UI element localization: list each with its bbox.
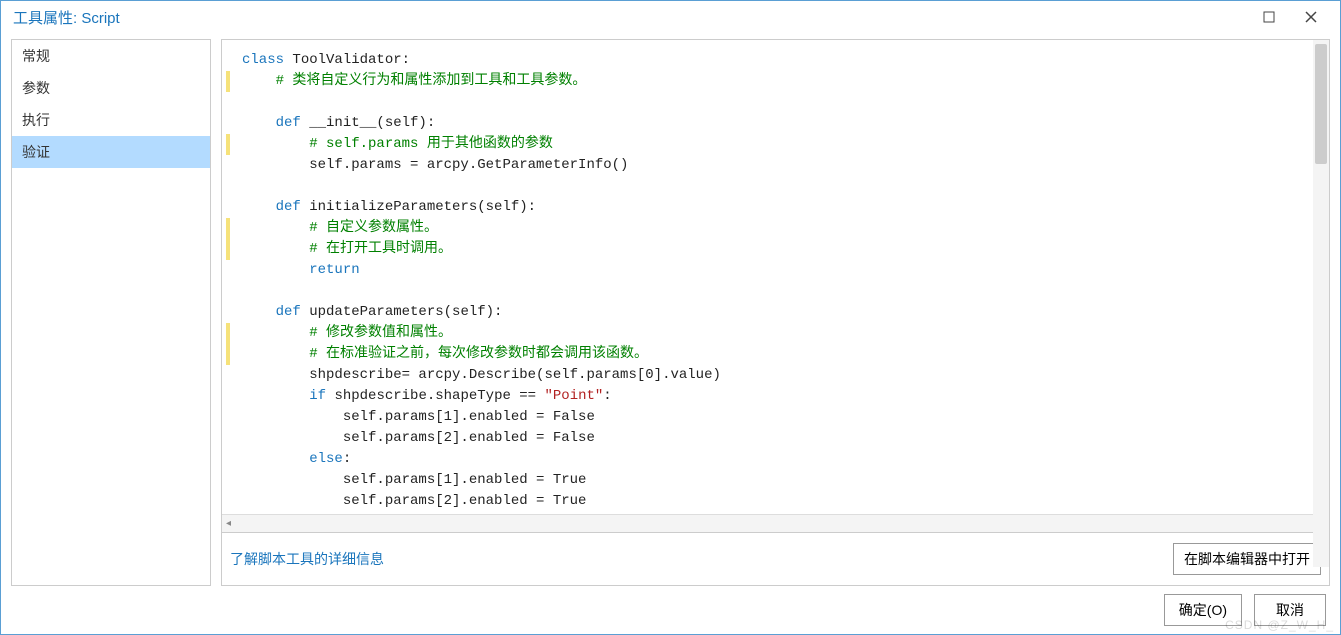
dialog-footer: 确定(O) 取消 <box>1 586 1340 634</box>
close-icon <box>1305 11 1317 23</box>
ok-button[interactable]: 确定(O) <box>1164 594 1242 626</box>
code-line: self.params[1].enabled = True <box>234 470 1323 491</box>
window-controls <box>1248 4 1332 30</box>
code-line: # 在打开工具时调用。 <box>226 239 1323 260</box>
code-line: self.params[2].enabled = True <box>234 491 1323 512</box>
code-line: # 自定义参数属性。 <box>226 218 1323 239</box>
open-in-editor-button[interactable]: 在脚本编辑器中打开 <box>1173 543 1321 575</box>
sidebar-item-2[interactable]: 执行 <box>12 104 210 136</box>
code-line: # self.params 用于其他函数的参数 <box>226 134 1323 155</box>
code-line: # 修改参数值和属性。 <box>226 323 1323 344</box>
code-line: return <box>234 260 1323 281</box>
code-line: def __init__(self): <box>234 113 1323 134</box>
code-line: self.params[1].enabled = False <box>234 407 1323 428</box>
sidebar-item-0[interactable]: 常规 <box>12 40 210 72</box>
code-line: shpdescribe= arcpy.Describe(self.params[… <box>234 365 1323 386</box>
maximize-button[interactable] <box>1248 4 1290 30</box>
cancel-button[interactable]: 取消 <box>1254 594 1326 626</box>
code-line <box>234 92 1323 113</box>
scroll-left-icon[interactable]: ◂ <box>226 518 231 529</box>
code-line: # 在标准验证之前，每次修改参数时都会调用该函数。 <box>226 344 1323 365</box>
code-editor[interactable]: class ToolValidator: # 类将自定义行为和属性添加到工具和工… <box>222 40 1329 514</box>
title-bar: 工具属性: Script <box>1 1 1340 33</box>
vertical-scrollbar[interactable] <box>1313 40 1329 567</box>
learn-more-link[interactable]: 了解脚本工具的详细信息 <box>230 549 384 569</box>
horizontal-scrollbar[interactable]: ◂ ▸ <box>222 514 1329 532</box>
code-line: def updateParameters(self): <box>234 302 1323 323</box>
code-line: def initializeParameters(self): <box>234 197 1323 218</box>
code-line: else: <box>234 449 1323 470</box>
sidebar-item-3[interactable]: 验证 <box>12 136 210 168</box>
sidebar: 常规参数执行验证 <box>11 39 211 586</box>
editor-panel: ≡ class ToolValidator: # 类将自定义行为和属性添加到工具… <box>221 39 1330 586</box>
maximize-icon <box>1263 11 1275 23</box>
code-line: self.params = arcpy.GetParameterInfo() <box>234 155 1323 176</box>
window-title: 工具属性: Script <box>13 7 120 28</box>
close-button[interactable] <box>1290 4 1332 30</box>
editor-footer-row: 了解脚本工具的详细信息 在脚本编辑器中打开 <box>222 532 1329 585</box>
sidebar-item-1[interactable]: 参数 <box>12 72 210 104</box>
code-line: # 类将自定义行为和属性添加到工具和工具参数。 <box>226 71 1323 92</box>
code-line <box>234 176 1323 197</box>
code-line: self.params[2].enabled = False <box>234 428 1323 449</box>
code-line: if shpdescribe.shapeType == "Point": <box>234 386 1323 407</box>
code-line <box>234 281 1323 302</box>
scrollbar-thumb[interactable] <box>1315 44 1327 164</box>
main-area: 常规参数执行验证 ≡ class ToolValidator: # 类将自定义行… <box>1 33 1340 586</box>
code-line: class ToolValidator: <box>234 50 1323 71</box>
